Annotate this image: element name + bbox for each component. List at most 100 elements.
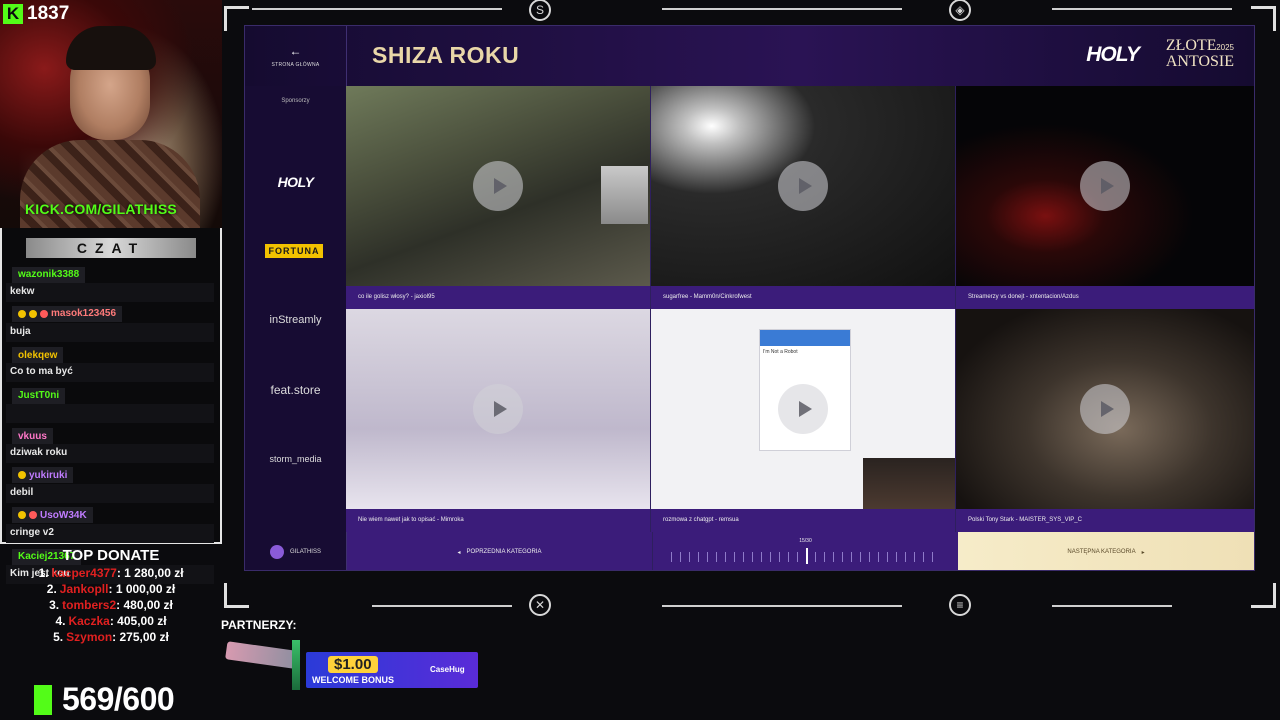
event-year: 2025 (1216, 43, 1234, 52)
chat-username[interactable]: vkuus (12, 428, 53, 444)
chat-username-text: yukiruki (29, 469, 68, 481)
progress-label: 15/30 (799, 538, 812, 544)
chat-text: debil (6, 484, 214, 503)
frame-line (252, 8, 502, 10)
chat-username-text: olekqew (18, 349, 58, 361)
chat-panel: CZAT wazonik3388 kekw masok123456 buja olekq… (0, 228, 222, 584)
play-icon[interactable] (1080, 161, 1130, 211)
sponsors-sidebar: Sponsorzy HOLY FORTUNA inStreamly feat.s… (245, 86, 347, 532)
awards-app: ← STRONA GŁÓWNA SHIZA ROKU HOLY ZŁOTE AN… (244, 25, 1255, 571)
tile-caption: Streamerzy vs donejt - xntentacion/Azdus (956, 286, 1254, 309)
sponsor-feat-store[interactable]: feat.store (245, 383, 346, 397)
chat-badge-icon (40, 309, 48, 318)
nominee-tile[interactable]: I'm Not a Robot rozmowa z chatgpt - rems… (651, 309, 956, 532)
play-icon[interactable] (473, 384, 523, 434)
webcam-hair (66, 26, 156, 70)
nominee-tile[interactable]: co ile golisz włosy? - jaxiol95 (346, 86, 651, 309)
chat-username[interactable]: wazonik3388 (12, 266, 86, 283)
stripes-logo-icon: ≡ (949, 594, 971, 616)
chat-username-text: JustT0ni (18, 390, 60, 401)
next-category-label: NASTĘPNA KATEGORIA (1067, 549, 1136, 555)
chat-title: CZAT (26, 238, 196, 258)
nominee-tile[interactable]: Polski Tony Stark - MAISTER_SYS_VIP_C (956, 309, 1254, 532)
previous-category-button[interactable]: ◂ POPRZEDNIA KATEGORIA (347, 532, 653, 570)
chat-username-text: wazonik3388 (18, 269, 80, 280)
donate-row: 5. Szymon: 275,00 zł (0, 630, 222, 644)
donate-amount: : 275,00 zł (112, 630, 169, 644)
top-donate-panel: TOP DONATE 1. kacper4377: 1 280,00 zł 2. Ja… (0, 544, 222, 654)
chat-text: cringe v2 (6, 524, 214, 543)
chat-badge-icon (18, 309, 26, 318)
viewer-count: 1837 (27, 3, 70, 24)
chat-username[interactable]: JustT0ni (12, 387, 66, 404)
donate-amount: : 405,00 zł (109, 614, 167, 628)
tile-caption: co ile golisz włosy? - jaxiol95 (346, 286, 650, 309)
promo-bonus: WELCOME BONUS (312, 675, 394, 685)
sponsor-storm-media[interactable]: storm_media (245, 454, 346, 464)
sponsor-logo-icon: S (529, 0, 551, 21)
chat-text: Co to ma być (6, 363, 214, 382)
progress-marker (805, 548, 808, 564)
donate-row: 3. tombers2: 480,00 zł (0, 598, 222, 612)
target-icon: ◈ (949, 0, 971, 21)
user-icon (270, 545, 285, 559)
page-title: SHIZA ROKU (372, 42, 520, 68)
chat-username[interactable]: olekqew (12, 347, 64, 363)
user-account[interactable]: GILATHISS (245, 532, 347, 570)
nominee-tile[interactable]: Streamerzy vs donejt - xntentacion/Azdus (956, 86, 1254, 309)
chat-text: kekw (6, 282, 214, 302)
streamer-overlay-cam (863, 458, 955, 509)
chat-badge-icon (29, 511, 37, 519)
captcha-title: I'm Not a Robot (763, 349, 798, 355)
chat-username[interactable]: masok123456 (12, 305, 123, 322)
chat-username[interactable]: yukiruki (12, 467, 74, 483)
play-icon[interactable] (778, 161, 828, 211)
chat-text: buja (6, 322, 214, 342)
nominee-tile[interactable]: sugarfree - Mamm0n/Cinkrofwest (651, 86, 956, 309)
frame-line (1052, 605, 1172, 607)
donate-amount: : 1 280,00 zł (116, 566, 184, 580)
goal-icon (34, 684, 52, 715)
arrow-left-icon: ← (289, 44, 302, 58)
donate-rank: 3. (49, 598, 60, 612)
chat-message: olekqew Co to ma być (6, 345, 214, 382)
frame-corner (224, 583, 249, 608)
play-icon[interactable] (1080, 384, 1130, 434)
play-icon[interactable] (778, 384, 828, 434)
gun-skin-icon (225, 641, 297, 669)
streamer-webcam (0, 0, 222, 228)
play-icon[interactable] (473, 161, 523, 211)
streamer-overlay-cam (601, 166, 648, 224)
donate-name: Szymon (66, 630, 113, 644)
viewer-counter: K 1837 (0, 0, 80, 28)
donate-rank: 1. (38, 566, 49, 580)
donate-row: 2. Jankopll: 1 000,00 zł (0, 582, 222, 596)
donate-name: Kaczka (68, 614, 110, 628)
grid-logo-icon: ✕ (529, 594, 551, 616)
chevron-left-icon: ◂ (457, 549, 461, 556)
home-button[interactable]: ← STRONA GŁÓWNA (245, 26, 347, 86)
frame-line (662, 605, 902, 607)
chat-username[interactable]: UsoW34K (12, 507, 93, 523)
knife-skin-icon (292, 640, 300, 690)
app-header: ← STRONA GŁÓWNA SHIZA ROKU HOLY ZŁOTE AN… (245, 26, 1254, 87)
chat-badge-icon (18, 471, 26, 479)
sponsor-fortuna[interactable]: FORTUNA (265, 244, 323, 258)
holy-logo: HOLY (1086, 43, 1140, 66)
chat-message: UsoW34K cringe v2 (6, 506, 214, 543)
previous-category-label: POPRZEDNIA KATEGORIA (466, 549, 542, 555)
nominee-tile[interactable]: Nie wiem nawet jak to opisać - Mimroka (346, 309, 651, 532)
next-category-button[interactable]: NASTĘPNA KATEGORIA ▸ (958, 532, 1254, 570)
chat-message: yukiruki debil (6, 466, 214, 503)
user-name: GILATHISS (290, 549, 321, 555)
goal-count: 569/600 (62, 681, 175, 717)
sponsor-holy[interactable]: HOLY (245, 174, 346, 190)
donate-rank: 4. (55, 614, 66, 628)
kick-logo-icon: K (3, 4, 23, 24)
event-name-line2: ANTOSIE (1165, 53, 1234, 70)
partner-banner[interactable]: $1.00 WELCOME BONUS CaseHug (225, 640, 478, 690)
tile-caption: Nie wiem nawet jak to opisać - Mimroka (346, 509, 650, 532)
sub-goal: 569/600 (34, 681, 175, 718)
sponsor-instreamly[interactable]: inStreamly (245, 314, 346, 326)
chevron-right-icon: ▸ (1141, 549, 1145, 556)
